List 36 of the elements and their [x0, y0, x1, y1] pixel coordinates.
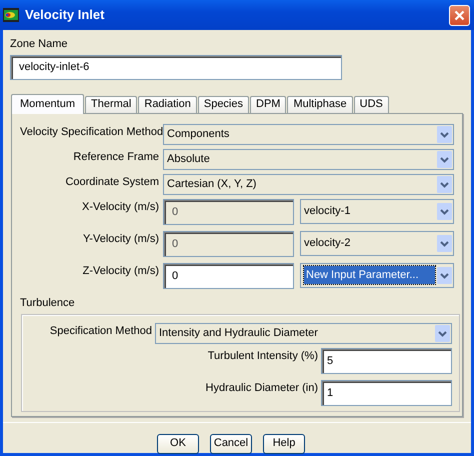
text-field[interactable]: 1: [321, 380, 452, 406]
app-icon: [3, 8, 19, 22]
dropdown[interactable]: New Input Parameter...: [300, 262, 454, 288]
field-label: Z-Velocity (m/s): [82, 264, 160, 278]
dropdown[interactable]: Intensity and Hydraulic Diameter: [155, 323, 452, 344]
field-label: Y-Velocity (m/s): [82, 232, 160, 246]
tab[interactable]: DPM: [250, 96, 286, 112]
dropdown[interactable]: Cartesian (X, Y, Z): [163, 174, 454, 194]
dialog-button[interactable]: Help: [263, 434, 305, 454]
section-title: Turbulence: [20, 296, 76, 310]
tab[interactable]: Multiphase: [287, 96, 353, 112]
dropdown[interactable]: Components: [163, 124, 454, 144]
tab[interactable]: Momentum: [11, 94, 84, 114]
velocity-field[interactable]: 0: [163, 262, 294, 288]
text-field[interactable]: 5: [321, 348, 452, 374]
field-label: Velocity Specification Method: [20, 124, 163, 140]
close-button[interactable]: [449, 4, 470, 26]
tab[interactable]: Radiation: [138, 96, 197, 112]
field-label: Zone Name: [10, 37, 68, 52]
zone-name-field[interactable]: velocity-inlet-6: [10, 54, 342, 80]
tab[interactable]: Thermal: [85, 96, 138, 112]
field-label: X-Velocity (m/s): [80, 200, 160, 214]
dialog-button[interactable]: OK: [157, 434, 199, 454]
velocity-field: 0: [163, 230, 294, 256]
dropdown[interactable]: Absolute: [163, 148, 454, 170]
field-label: Hydraulic Diameter (in): [204, 381, 319, 396]
tab[interactable]: Species: [198, 96, 249, 112]
velocity-field: 0: [163, 198, 294, 224]
dialog-button[interactable]: Cancel: [210, 434, 252, 454]
field-label: Reference Frame: [72, 150, 160, 164]
field-label: Specification Method: [48, 324, 153, 339]
close-icon: [454, 10, 465, 20]
window-title: Velocity Inlet: [25, 6, 106, 24]
field-label: Turbulent Intensity (%): [206, 349, 319, 364]
tab[interactable]: UDS: [354, 96, 389, 112]
field-label: Coordinate System: [64, 174, 160, 190]
